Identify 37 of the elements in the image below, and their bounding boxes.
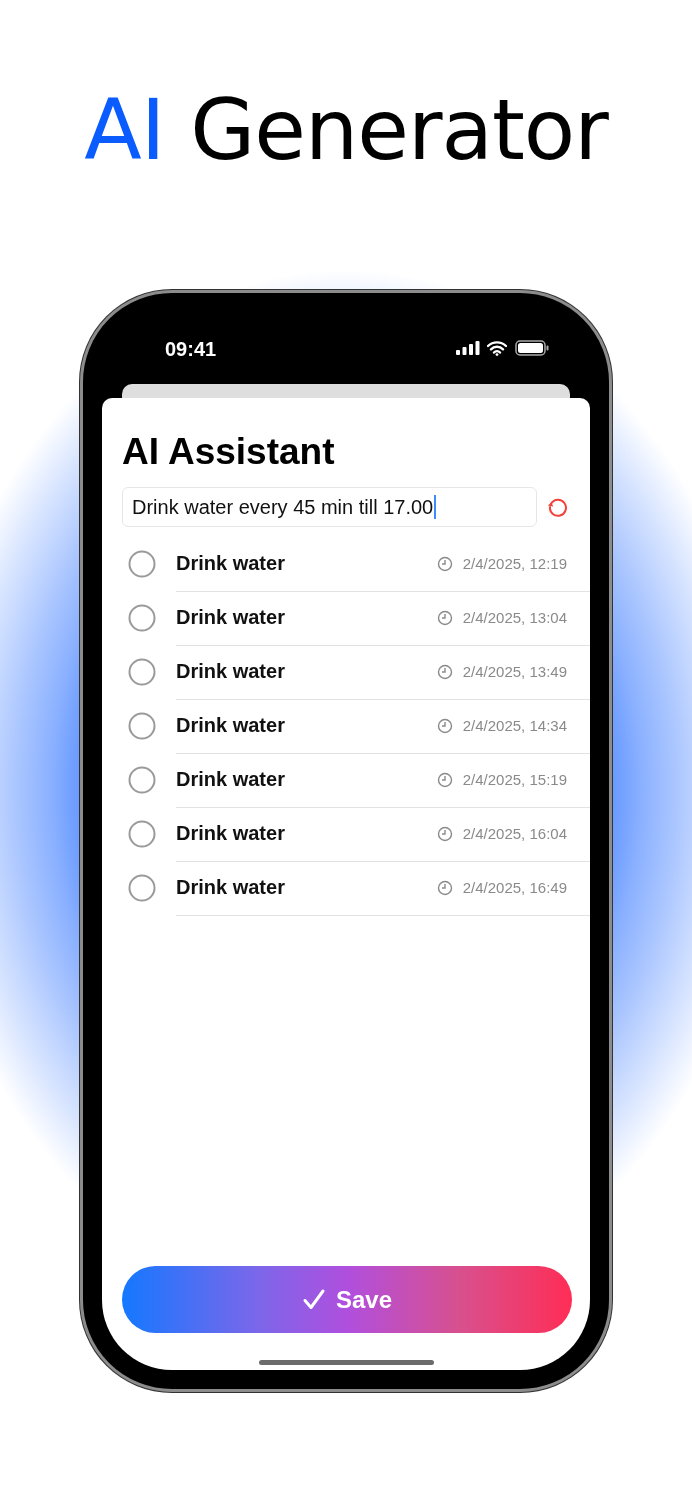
task-title: Drink water: [176, 606, 286, 629]
checkbox[interactable]: [128, 766, 156, 794]
signal-icon: [456, 341, 480, 355]
clock-icon: [436, 825, 453, 842]
checkbox[interactable]: [128, 874, 156, 902]
task-title: Drink water: [176, 660, 286, 683]
checkbox[interactable]: [128, 820, 156, 848]
task-time: 2/4/2025, 14:34: [462, 717, 567, 734]
task-time: 2/4/2025, 16:49: [462, 879, 567, 896]
checkbox[interactable]: [128, 658, 156, 686]
battery-icon: [515, 340, 549, 356]
task-title: Drink water: [176, 552, 286, 575]
save-button[interactable]: Save: [122, 1266, 572, 1333]
clock-icon: [436, 879, 453, 896]
clock-icon: [436, 555, 453, 572]
checkbox[interactable]: [128, 604, 156, 632]
checkbox[interactable]: [128, 550, 156, 578]
task-title: Drink water: [176, 876, 286, 899]
task-time: 2/4/2025, 13:04: [462, 609, 567, 626]
task-time: 2/4/2025, 12:19: [462, 555, 567, 572]
status-time: 09:41: [165, 336, 218, 361]
clock-icon: [436, 717, 453, 734]
screen-title: AI Assistant: [122, 432, 336, 472]
task-time: 2/4/2025, 13:49: [462, 663, 567, 680]
task-title: Drink water: [176, 714, 286, 737]
headline: AI Generator: [84, 88, 608, 180]
checkbox[interactable]: [128, 712, 156, 740]
task-time: 2/4/2025, 16:04: [462, 825, 567, 842]
clock-icon: [436, 663, 453, 680]
clock-icon: [436, 609, 453, 626]
prompt-field[interactable]: Drink water every 45 min till 17.00: [122, 487, 537, 527]
wifi-icon: [487, 340, 507, 356]
task-time: 2/4/2025, 15:19: [462, 771, 567, 788]
clock-icon: [436, 771, 453, 788]
checkmark-icon: [301, 1287, 326, 1312]
task-title: Drink water: [176, 768, 286, 791]
task-title: Drink water: [176, 822, 286, 845]
